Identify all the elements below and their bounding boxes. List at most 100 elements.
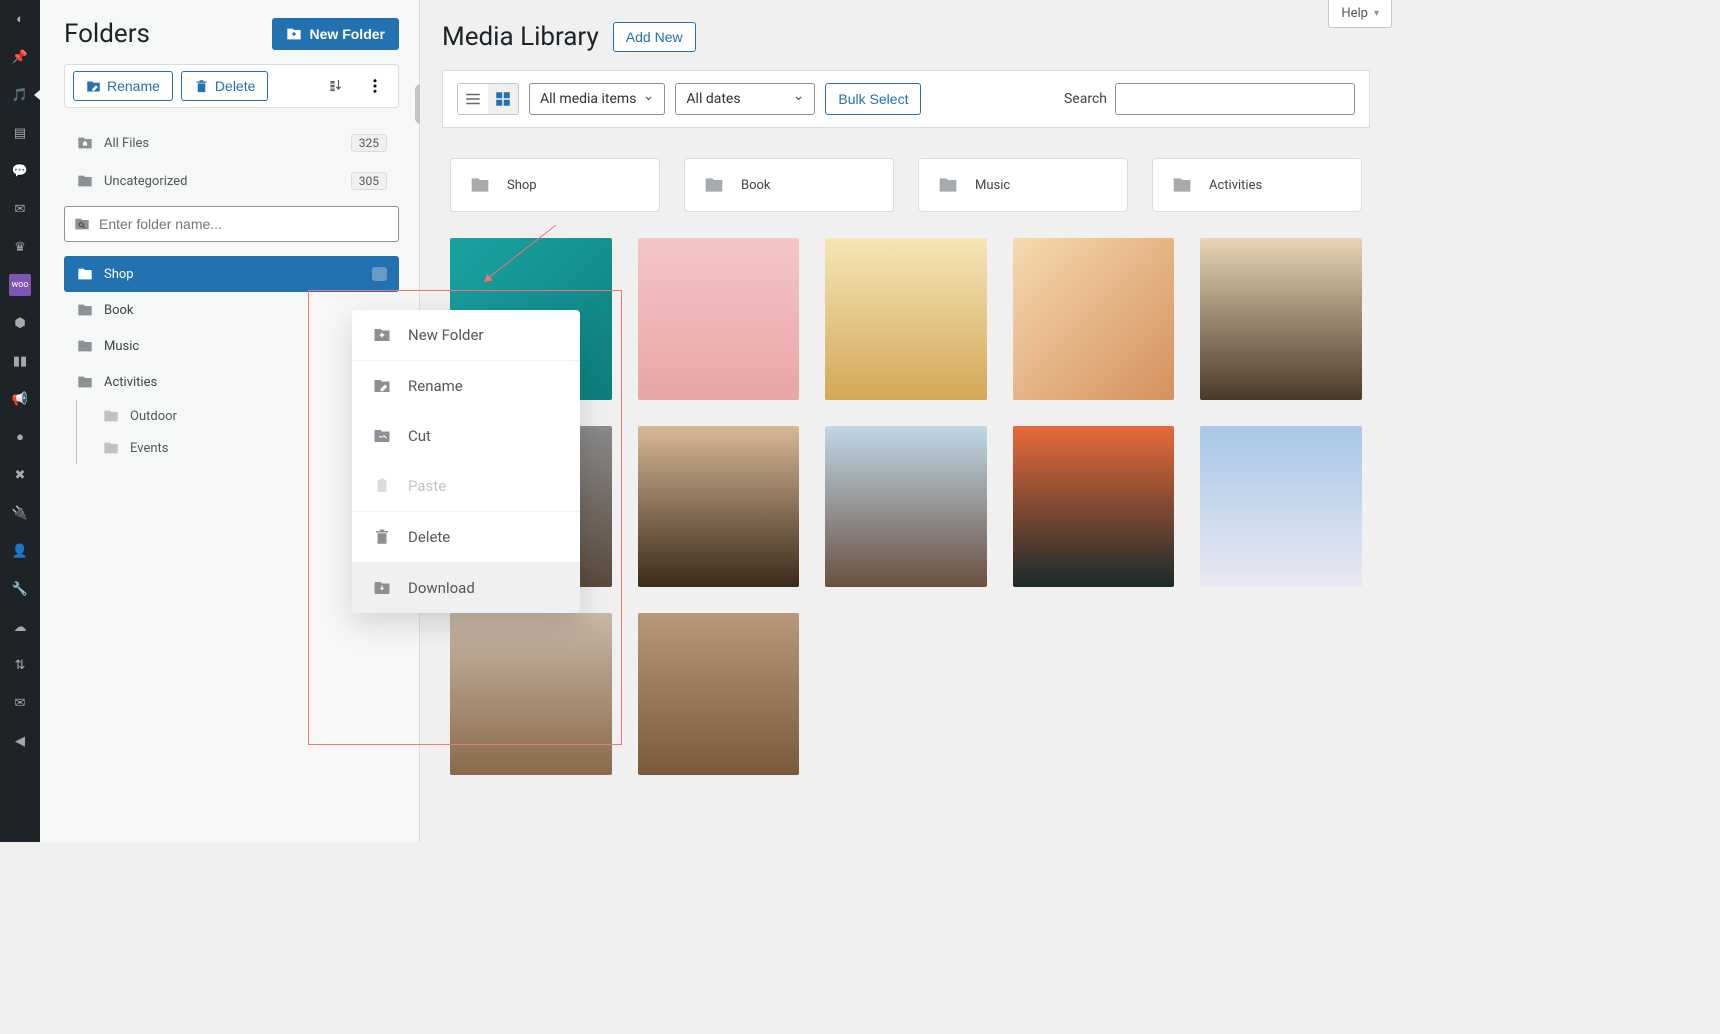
media-thumb[interactable] xyxy=(825,426,987,588)
all-files-item[interactable]: All Files 325 xyxy=(64,124,399,162)
trash-icon xyxy=(194,79,209,94)
folder-card-label: Book xyxy=(741,178,771,193)
folder-tree: Shop Book Music Activities Outdoor xyxy=(64,256,399,464)
ctx-label: Download xyxy=(408,579,475,597)
sort-button[interactable] xyxy=(322,71,352,101)
rename-button[interactable]: Rename xyxy=(73,71,173,101)
wp-admin-rail: ◐ 📌 🎵 ▤ 💬 ✉ ♛ woo ⬢ ▮▮ 📢 ● ✖ 🔌 👤 🔧 ☁ ⇅ ✉… xyxy=(0,0,40,842)
media-thumb[interactable] xyxy=(825,238,987,400)
ctx-new-folder[interactable]: New Folder xyxy=(352,310,580,360)
new-folder-button[interactable]: New Folder xyxy=(272,18,399,50)
folder-icon xyxy=(703,175,725,195)
rail-sliders-icon[interactable]: ⇅ xyxy=(9,654,31,676)
rail-plug2-icon[interactable]: 🔌 xyxy=(9,502,31,524)
all-files-count: 325 xyxy=(351,134,387,152)
folder-cards: Shop Book Music Activities xyxy=(442,158,1370,212)
page-title: Media Library xyxy=(442,22,599,52)
media-thumb[interactable] xyxy=(1013,238,1175,400)
folder-label: Events xyxy=(130,441,168,456)
filter-type-select[interactable]: All media items xyxy=(529,83,665,115)
rail-users-icon[interactable]: 👤 xyxy=(9,540,31,562)
folder-icon xyxy=(76,302,94,318)
folder-icon xyxy=(76,338,94,354)
folder-shop[interactable]: Shop xyxy=(64,256,399,292)
list-icon xyxy=(464,90,482,108)
rail-box-icon[interactable]: ⬢ xyxy=(9,312,31,334)
paste-icon xyxy=(372,477,392,495)
rail-pin-icon[interactable]: 📌 xyxy=(9,46,31,68)
filter-date-select[interactable]: All dates xyxy=(675,83,815,115)
media-thumb[interactable] xyxy=(1013,426,1175,588)
folder-search-input[interactable] xyxy=(99,216,390,232)
rail-mail-icon[interactable]: ✉ xyxy=(9,198,31,220)
media-thumb[interactable] xyxy=(450,613,612,775)
rail-pages-icon[interactable]: ▤ xyxy=(9,122,31,144)
rail-woo-icon[interactable]: woo xyxy=(9,274,31,296)
ctx-label: Rename xyxy=(408,377,463,395)
folder-icon xyxy=(1171,175,1193,195)
folder-icon xyxy=(76,173,94,189)
view-list-button[interactable] xyxy=(458,84,488,114)
folder-card-label: Music xyxy=(975,178,1010,193)
media-thumb[interactable] xyxy=(1200,238,1362,400)
folder-badge xyxy=(372,267,387,281)
rail-media-icon[interactable]: 🎵 xyxy=(9,84,31,106)
rename-label: Rename xyxy=(107,78,160,94)
folder-plus-icon xyxy=(286,26,302,42)
ctx-download[interactable]: Download xyxy=(352,563,580,613)
rail-tools-icon[interactable]: 🔧 xyxy=(9,578,31,600)
folder-card-shop[interactable]: Shop xyxy=(450,158,660,212)
rail-plug-icon[interactable]: ✖ xyxy=(9,464,31,486)
folder-card-book[interactable]: Book xyxy=(684,158,894,212)
ctx-cut[interactable]: Cut xyxy=(352,411,580,461)
delete-button[interactable]: Delete xyxy=(181,71,268,101)
add-new-button[interactable]: Add New xyxy=(613,22,696,52)
search-label: Search xyxy=(1064,91,1107,107)
rail-dashboard-icon[interactable]: ◐ xyxy=(9,8,31,30)
media-thumb[interactable] xyxy=(638,613,800,775)
help-tab[interactable]: Help xyxy=(1328,0,1392,28)
folder-plus-icon xyxy=(372,326,392,344)
more-icon xyxy=(366,77,384,95)
folder-book[interactable]: Book xyxy=(64,292,399,328)
folder-card-music[interactable]: Music xyxy=(918,158,1128,212)
more-button[interactable] xyxy=(360,71,390,101)
media-thumb[interactable] xyxy=(1200,426,1362,588)
folder-search[interactable] xyxy=(64,206,399,242)
filter-bar: All media items All dates Bulk Select Se… xyxy=(442,70,1370,128)
rail-messenger-icon[interactable]: ● xyxy=(9,426,31,448)
ctx-label: New Folder xyxy=(408,326,483,344)
media-thumb[interactable] xyxy=(638,238,800,400)
folders-panel: Folders New Folder Rename Delete All Fil xyxy=(40,0,420,842)
folder-music[interactable]: Music xyxy=(64,328,399,364)
media-thumb[interactable] xyxy=(638,426,800,588)
help-label: Help xyxy=(1341,6,1368,21)
search-input[interactable] xyxy=(1115,83,1355,115)
bulk-select-button[interactable]: Bulk Select xyxy=(825,83,921,115)
folder-context-menu: New Folder Rename Cut Paste Delete xyxy=(352,310,580,613)
ctx-rename[interactable]: Rename xyxy=(352,361,580,411)
folder-home-icon xyxy=(76,135,94,151)
rail-analytics-icon[interactable]: ▮▮ xyxy=(9,350,31,372)
rename-icon xyxy=(86,79,101,94)
rail-megaphone-icon[interactable]: 📢 xyxy=(9,388,31,410)
folder-card-activities[interactable]: Activities xyxy=(1152,158,1362,212)
ctx-delete[interactable]: Delete xyxy=(352,512,580,562)
download-icon xyxy=(372,579,392,597)
delete-label: Delete xyxy=(215,78,255,94)
folder-label: Book xyxy=(104,303,134,318)
uncategorized-item[interactable]: Uncategorized 305 xyxy=(64,162,399,200)
folder-card-label: Shop xyxy=(507,178,537,193)
view-switch xyxy=(457,83,519,115)
rail-collapse-icon[interactable]: ◀ xyxy=(9,730,31,752)
folder-card-label: Activities xyxy=(1209,178,1262,193)
uncategorized-count: 305 xyxy=(351,172,387,190)
rail-mail2-icon[interactable]: ✉ xyxy=(9,692,31,714)
view-grid-button[interactable] xyxy=(488,84,518,114)
folder-icon xyxy=(102,408,120,424)
rail-comments-icon[interactable]: 💬 xyxy=(9,160,31,182)
trash-icon xyxy=(372,528,392,546)
rail-chat-icon[interactable]: ☁ xyxy=(9,616,31,638)
rail-crown-icon[interactable]: ♛ xyxy=(9,236,31,258)
folder-activities[interactable]: Activities xyxy=(64,364,399,400)
